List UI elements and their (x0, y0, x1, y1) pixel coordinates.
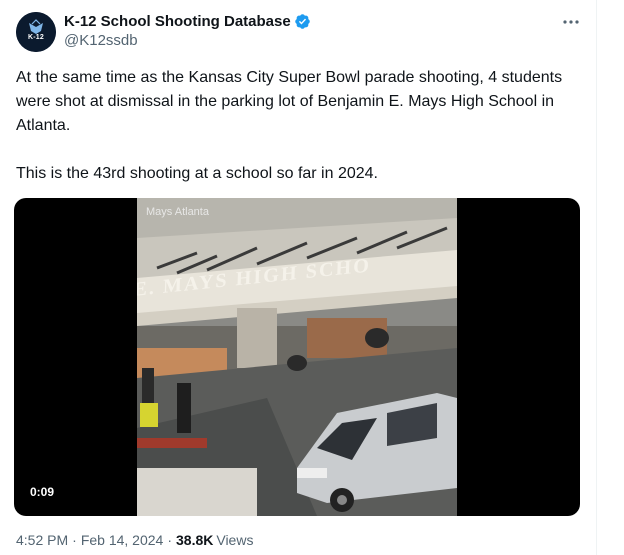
views-count[interactable]: 38.8K (176, 532, 213, 548)
author-handle[interactable]: @K12ssdb (64, 32, 311, 49)
avatar[interactable]: K-12 (16, 12, 56, 52)
video-player[interactable]: E. MAYS HIGH SCHO Mays Atlanta 0:09 (14, 198, 580, 516)
video-still-image: E. MAYS HIGH SCHO (137, 198, 457, 516)
tweet-text: At the same time as the Kansas City Supe… (16, 69, 563, 182)
meta-separator: · (72, 532, 77, 548)
tweet-date[interactable]: Feb 14, 2024 (81, 532, 164, 548)
video-frame: E. MAYS HIGH SCHO (137, 198, 457, 516)
tweet-time[interactable]: 4:52 PM (16, 532, 68, 548)
column-divider (596, 0, 597, 555)
avatar-logo-icon (16, 12, 56, 52)
author-display-name[interactable]: K-12 School Shooting Database (64, 13, 291, 30)
views-label: Views (216, 532, 254, 548)
more-options-button[interactable] (556, 12, 586, 32)
tweet-header: K-12 K-12 School Shooting Database @K12s… (16, 10, 586, 54)
video-overlay-caption: Mays Atlanta (146, 206, 209, 218)
more-horizontal-icon (563, 20, 579, 24)
avatar-label: K-12 (28, 34, 44, 41)
meta-separator: · (167, 532, 172, 548)
verified-badge-icon[interactable] (294, 13, 311, 30)
author-names: K-12 School Shooting Database @K12ssdb (64, 10, 311, 49)
video-duration-badge: 0:09 (30, 485, 55, 499)
tweet-meta: 4:52 PM · Feb 14, 2024 · 38.8K Views (16, 532, 253, 548)
